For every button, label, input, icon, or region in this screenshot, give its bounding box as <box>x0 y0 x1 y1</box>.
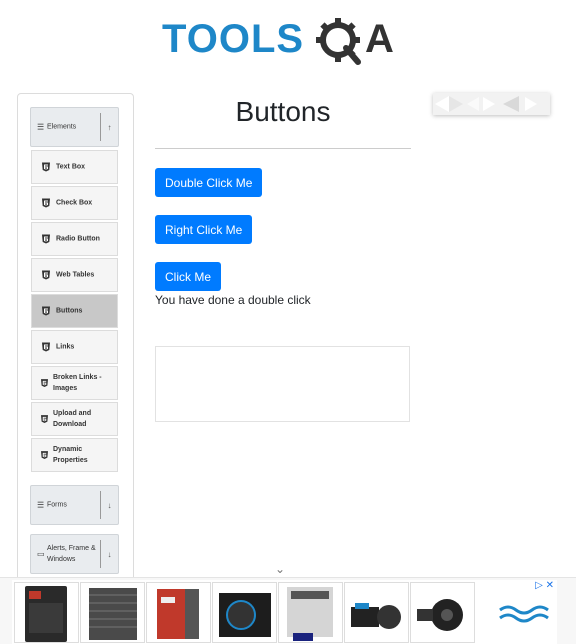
double-click-message: You have done a double click <box>155 293 311 307</box>
svg-text:TOOLS: TOOLS <box>162 17 304 61</box>
sidebar-group-forms[interactable]: ☰ Forms ↓ <box>30 485 119 525</box>
chevron-down-icon[interactable]: ↓ <box>100 540 118 568</box>
html5-shield-icon <box>42 342 50 352</box>
ad-banner-side[interactable] <box>433 93 550 115</box>
click-me-button[interactable]: Click Me <box>155 262 222 291</box>
toolsqa-logo[interactable]: TOOLS A <box>160 10 408 70</box>
sidebar-item-label: Web Tables <box>56 271 95 279</box>
ad-product-image[interactable] <box>344 582 409 643</box>
html5-shield-icon <box>42 162 50 172</box>
sidebar-item-text-box[interactable]: Text Box <box>31 150 118 184</box>
sidebar-item-radio-button[interactable]: Radio Button <box>31 222 118 256</box>
ad-product-image[interactable] <box>146 582 211 643</box>
sidebar-item-label: Text Box <box>56 163 86 171</box>
sidebar: ☰ Elements ↑ Text Box Check Box Radio Bu… <box>17 93 134 595</box>
ad-product-image[interactable] <box>212 582 277 643</box>
double-click-button[interactable]: Double Click Me <box>155 168 263 197</box>
ad-arrows-icon <box>435 96 537 112</box>
sidebar-item-label: Check Box <box>56 199 93 207</box>
html5-shield-icon <box>42 306 50 316</box>
ad-brand-logo[interactable] <box>490 594 550 634</box>
sidebar-item-buttons[interactable]: Buttons <box>31 294 118 328</box>
chevron-up-icon[interactable]: ↑ <box>100 113 118 141</box>
ad-product-image[interactable] <box>14 582 79 643</box>
sidebar-item-broken-links-images[interactable]: Broken Links - Images <box>31 366 118 400</box>
sidebar-item-dynamic-properties[interactable]: Dynamic Properties <box>31 438 118 472</box>
html5-shield-icon <box>42 234 50 244</box>
ad-choices-icon[interactable]: ▷ ✕ <box>535 580 554 591</box>
right-click-button[interactable]: Right Click Me <box>155 215 253 244</box>
sidebar-item-web-tables[interactable]: Web Tables <box>31 258 118 292</box>
page-title: Buttons <box>235 96 331 127</box>
sidebar-item-label: Radio Button <box>56 235 100 243</box>
html5-shield-icon <box>42 198 50 208</box>
list-icon: ☰ <box>37 500 45 510</box>
chevron-down-icon[interactable]: ↓ <box>100 491 118 519</box>
sidebar-item-links[interactable]: Links <box>31 330 118 364</box>
sidebar-group-elements[interactable]: ☰ Elements ↑ <box>30 107 119 147</box>
sidebar-item-label: Buttons <box>56 307 83 315</box>
ad-banner-content[interactable] <box>12 580 557 644</box>
html5-shield-icon <box>41 415 48 423</box>
ad-product-image[interactable] <box>410 582 475 643</box>
window-icon: ▭ <box>37 549 45 559</box>
ad-product-image[interactable] <box>80 582 145 643</box>
ad-banner-bottom[interactable] <box>0 577 576 644</box>
sidebar-group-label: Forms <box>47 501 67 509</box>
list-icon: ☰ <box>37 122 45 132</box>
ad-product-image[interactable] <box>278 582 343 643</box>
sidebar-group-label: Elements <box>47 123 77 131</box>
sidebar-item-label: Upload and Download <box>53 410 92 428</box>
ad-placeholder <box>155 346 410 422</box>
sidebar-item-upload-and-download[interactable]: Upload and Download <box>31 402 118 436</box>
html5-shield-icon <box>42 270 50 280</box>
sidebar-group-alerts-frame-windows[interactable]: ▭ Alerts, Frame & Windows ↓ <box>30 534 119 574</box>
sidebar-item-label: Dynamic Properties <box>53 446 88 464</box>
html5-shield-icon <box>41 379 48 387</box>
title-divider <box>155 148 411 149</box>
sidebar-item-check-box[interactable]: Check Box <box>31 186 118 220</box>
html5-shield-icon <box>41 451 48 459</box>
chevron-down-icon[interactable]: ⌄ <box>275 562 285 576</box>
svg-text:A: A <box>365 17 394 61</box>
sidebar-item-label: Links <box>56 343 75 351</box>
sidebar-item-label: Broken Links - Images <box>53 374 102 392</box>
sidebar-group-label: Alerts, Frame & Windows <box>47 545 96 563</box>
